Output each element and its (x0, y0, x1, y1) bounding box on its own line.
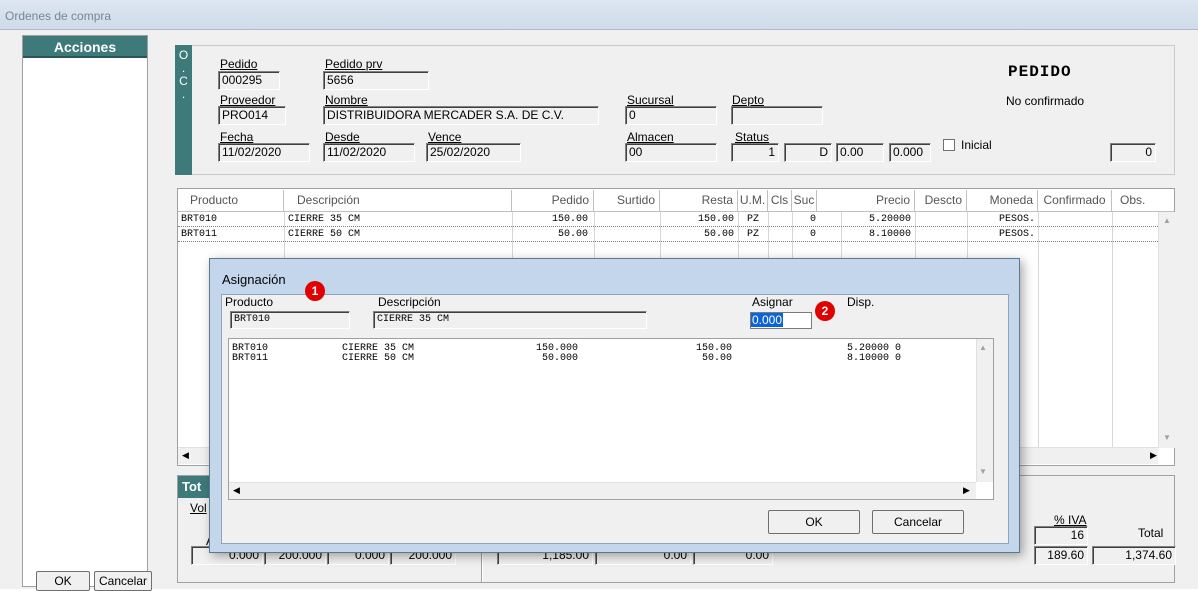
actions-header: Acciones (23, 36, 147, 58)
dialog-list[interactable]: BRT010 CIERRE 35 CM 150.000 150.00 5.200… (228, 338, 994, 500)
nombre-label: Nombre (325, 93, 368, 107)
sucursal-label: Sucursal (627, 93, 674, 107)
iva-field[interactable]: 16 (1034, 526, 1088, 545)
col-resta[interactable]: Resta (660, 190, 738, 212)
scroll-left-icon[interactable]: ◀ (182, 449, 194, 461)
almacen-field[interactable]: 00 (625, 143, 717, 162)
depto-label: Depto (732, 93, 765, 107)
grid-vscrollbar[interactable] (1158, 212, 1175, 448)
marker-2: 2 (815, 301, 835, 321)
status-label: Status (735, 130, 770, 144)
scroll-down-icon[interactable]: ▼ (1161, 432, 1173, 444)
col-producto[interactable]: Producto (178, 190, 284, 212)
col-descripcion[interactable]: Descripción (285, 190, 512, 212)
proveedor-field[interactable]: PRO014 (218, 106, 286, 125)
list-scroll-left-icon[interactable]: ◀ (233, 485, 240, 496)
inicial-checkbox[interactable] (943, 139, 955, 151)
pedido-prv-field[interactable]: 5656 (323, 71, 429, 90)
depto-field[interactable] (731, 106, 823, 125)
pedido-field[interactable]: 000295 (218, 71, 280, 90)
fecha-field[interactable]: 11/02/2020 (218, 143, 310, 162)
right-count-field[interactable]: 0 (1110, 143, 1156, 162)
dialog-descripcion-field[interactable]: CIERRE 35 CM (373, 311, 647, 329)
dialog-asignar-label: Asignar (752, 295, 793, 309)
left-cancel-button[interactable]: Cancelar (94, 571, 152, 591)
dialog-disp-label: Disp. (847, 295, 875, 309)
list-scroll-down-icon[interactable]: ▼ (979, 467, 987, 476)
window-title: Ordenes de compra (5, 9, 112, 23)
col-obs[interactable]: Obs. (1112, 190, 1158, 212)
col-suc[interactable]: Suc (792, 190, 817, 212)
scroll-right-icon[interactable]: ▶ (1150, 449, 1162, 461)
status-field[interactable]: 1 (731, 143, 779, 162)
dialog-title: Asignación (222, 272, 286, 287)
scroll-up-icon[interactable]: ▲ (1161, 215, 1173, 227)
pedido-label: Pedido (220, 57, 258, 71)
confirm-status: No confirmado (1006, 94, 1085, 108)
col-confirmado[interactable]: Confirmado (1038, 190, 1112, 212)
dialog-cancel-button[interactable]: Cancelar (872, 510, 964, 534)
factor1-field[interactable]: 0.00 (836, 143, 884, 162)
title-bar: Ordenes de compra (0, 0, 1198, 30)
marker-1: 1 (305, 281, 325, 301)
iva-label: % IVA (1054, 513, 1087, 527)
list-hscrollbar[interactable] (229, 482, 976, 499)
desde-field[interactable]: 11/02/2020 (323, 143, 415, 162)
pedido-prv-label: Pedido prv (325, 57, 383, 71)
desde-label: Desde (325, 130, 360, 144)
dialog-producto-label: Producto (225, 295, 274, 309)
col-moneda[interactable]: Moneda (967, 190, 1038, 212)
total-label: Total (1138, 526, 1164, 540)
inicial-label: Inicial (961, 138, 992, 152)
col-precio[interactable]: Precio (841, 190, 915, 212)
status-code-field[interactable]: D (784, 143, 832, 162)
fecha-label: Fecha (220, 130, 254, 144)
col-um[interactable]: U.M. (738, 190, 768, 212)
list-scroll-up-icon[interactable]: ▲ (979, 343, 987, 352)
page-title: PEDIDO (1008, 63, 1072, 81)
actions-panel: Acciones (22, 35, 148, 587)
iva-amount-field: 189.60 (1034, 546, 1088, 565)
almacen-label: Almacen (627, 130, 674, 144)
list-scroll-right-icon[interactable]: ▶ (963, 485, 970, 496)
totals-header: Tot (178, 476, 210, 498)
nombre-field[interactable]: DISTRIBUIDORA MERCADER S.A. DE C.V. (323, 106, 599, 125)
col-cls[interactable]: Cls (768, 190, 792, 212)
col-surtido[interactable]: Surtido (594, 190, 660, 212)
left-ok-button[interactable]: OK (36, 571, 90, 591)
factor2-field[interactable]: 0.000 (889, 143, 931, 162)
dialog-ok-button[interactable]: OK (768, 510, 860, 534)
col-pedido[interactable]: Pedido (512, 190, 594, 212)
grand-total-field: 1,374.60 (1092, 546, 1176, 565)
proveedor-label: Proveedor (220, 93, 276, 107)
vence-label: Vence (428, 130, 462, 144)
asignar-value: 0.000 (751, 313, 784, 327)
list-vscrollbar[interactable] (976, 339, 993, 482)
oc-strip: O . C . (175, 45, 192, 175)
col-descto[interactable]: Descto (915, 190, 967, 212)
asignar-input[interactable]: 0.000 (750, 312, 812, 329)
table-row[interactable]: BRT011 CIERRE 50 CM 50.00 50.00 PZ 0 8.1… (178, 228, 1158, 242)
list-item[interactable]: BRT011 CIERRE 50 CM 50.000 50.00 8.10000… (232, 352, 972, 364)
dialog-producto-field[interactable]: BRT010 (230, 311, 350, 329)
table-row[interactable]: BRT010 CIERRE 35 CM 150.00 150.00 PZ 0 5… (178, 213, 1158, 227)
vol-label: Vol (190, 501, 207, 515)
dialog-descripcion-label: Descripción (378, 295, 441, 309)
vence-field[interactable]: 25/02/2020 (426, 143, 521, 162)
sucursal-field[interactable]: 0 (625, 106, 717, 125)
main-window: Ordenes de compra Acciones OK Cancelar O… (0, 0, 1198, 591)
